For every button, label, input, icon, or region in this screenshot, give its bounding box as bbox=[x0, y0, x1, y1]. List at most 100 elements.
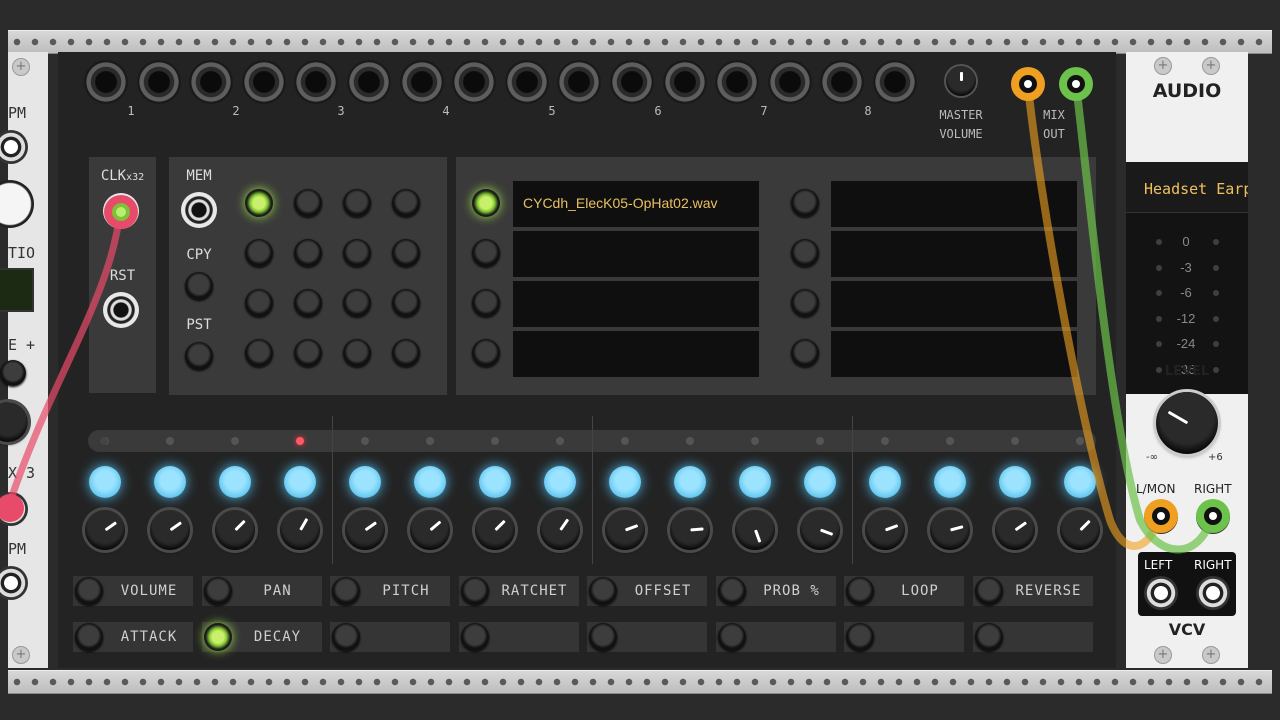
track-output-jack[interactable] bbox=[820, 60, 865, 104]
left-knob-2[interactable] bbox=[0, 402, 28, 442]
parameter-select-button[interactable] bbox=[589, 623, 617, 651]
step-knob[interactable] bbox=[930, 510, 970, 550]
parameter-pan[interactable]: PAN bbox=[201, 576, 322, 606]
track-output-jack[interactable] bbox=[662, 60, 707, 104]
left-button[interactable] bbox=[0, 360, 26, 386]
parameter-select-button[interactable] bbox=[846, 623, 874, 651]
step-knob[interactable] bbox=[800, 510, 840, 550]
parameter-empty[interactable] bbox=[330, 622, 450, 652]
parameter-empty[interactable] bbox=[458, 622, 579, 652]
parameter-select-button[interactable] bbox=[589, 577, 617, 605]
master-volume-knob[interactable] bbox=[946, 66, 976, 96]
step-knob[interactable] bbox=[410, 510, 450, 550]
step-knob[interactable] bbox=[475, 510, 515, 550]
memory-slot-button[interactable] bbox=[343, 289, 371, 317]
parameter-attack[interactable]: ATTACK bbox=[73, 622, 193, 652]
step-button[interactable] bbox=[1064, 466, 1096, 498]
step-button[interactable] bbox=[89, 466, 121, 498]
sample-slot[interactable] bbox=[831, 281, 1077, 327]
parameter-select-button[interactable] bbox=[203, 577, 232, 605]
step-knob[interactable] bbox=[605, 510, 645, 550]
parameter-empty[interactable] bbox=[715, 622, 836, 652]
left-knob-1[interactable] bbox=[0, 180, 34, 228]
step-knob[interactable] bbox=[735, 510, 775, 550]
track-output-jack[interactable] bbox=[347, 60, 391, 104]
memory-slot-button[interactable] bbox=[343, 239, 371, 267]
sample-slot-select-button[interactable] bbox=[472, 339, 500, 367]
audio-input-right-jack[interactable] bbox=[1196, 500, 1230, 534]
parameter-select-button[interactable] bbox=[332, 623, 360, 651]
mem-input-jack[interactable] bbox=[181, 192, 217, 228]
audio-device-select[interactable]: Headset Earp bbox=[1126, 162, 1248, 213]
parameter-loop[interactable]: LOOP bbox=[844, 576, 964, 606]
step-button[interactable] bbox=[349, 466, 381, 498]
parameter-empty[interactable] bbox=[844, 622, 964, 652]
step-knob[interactable] bbox=[150, 510, 190, 550]
sample-slot[interactable] bbox=[513, 331, 759, 377]
track-output-jack[interactable] bbox=[241, 60, 286, 104]
step-button[interactable] bbox=[414, 466, 446, 498]
sample-slot-select-button[interactable] bbox=[791, 339, 819, 367]
parameter-select-button[interactable] bbox=[460, 623, 489, 651]
parameter-select-button[interactable] bbox=[332, 577, 360, 605]
step-button[interactable] bbox=[219, 466, 251, 498]
memory-slot-button[interactable] bbox=[294, 289, 322, 317]
left-jack-2[interactable] bbox=[0, 492, 28, 526]
step-button[interactable] bbox=[869, 466, 901, 498]
memory-slot-button[interactable] bbox=[245, 339, 273, 367]
memory-slot-button[interactable] bbox=[294, 339, 322, 367]
sample-slot-select-button[interactable] bbox=[472, 289, 500, 317]
step-button[interactable] bbox=[284, 466, 316, 498]
parameter-decay[interactable]: DECAY bbox=[201, 622, 322, 652]
parameter-select-button[interactable] bbox=[717, 577, 746, 605]
memory-slot-button[interactable] bbox=[294, 189, 322, 217]
step-button[interactable] bbox=[674, 466, 706, 498]
clk-input-jack[interactable] bbox=[103, 193, 139, 229]
audio-output-right-jack[interactable] bbox=[1196, 576, 1230, 610]
track-output-jack[interactable] bbox=[294, 60, 339, 104]
step-knob[interactable] bbox=[865, 510, 905, 550]
sample-slot-select-button[interactable] bbox=[472, 189, 500, 217]
memory-slot-button[interactable] bbox=[392, 289, 420, 317]
parameter-empty[interactable] bbox=[587, 622, 707, 652]
track-output-jack[interactable] bbox=[873, 60, 917, 104]
sample-slot-select-button[interactable] bbox=[791, 189, 819, 217]
track-output-jack[interactable] bbox=[136, 60, 181, 104]
memory-slot-button[interactable] bbox=[343, 339, 371, 367]
track-output-jack[interactable] bbox=[557, 60, 602, 104]
memory-slot-button[interactable] bbox=[392, 239, 420, 267]
left-jack-3[interactable] bbox=[0, 566, 28, 600]
parameter-select-button[interactable] bbox=[75, 577, 103, 605]
track-output-jack[interactable] bbox=[504, 60, 549, 104]
sample-slot[interactable] bbox=[513, 281, 759, 327]
left-jack-1[interactable] bbox=[0, 130, 28, 164]
parameter-select-button[interactable] bbox=[846, 577, 874, 605]
memory-slot-button[interactable] bbox=[245, 289, 273, 317]
step-knob[interactable] bbox=[995, 510, 1035, 550]
copy-button[interactable] bbox=[185, 272, 213, 300]
step-knob[interactable] bbox=[215, 510, 255, 550]
parameter-select-button[interactable] bbox=[974, 577, 1003, 605]
track-output-jack[interactable] bbox=[610, 60, 654, 104]
memory-slot-button[interactable] bbox=[294, 239, 322, 267]
sample-slot[interactable] bbox=[831, 331, 1077, 377]
parameter-prob[interactable]: PROB % bbox=[715, 576, 836, 606]
step-button[interactable] bbox=[479, 466, 511, 498]
level-knob[interactable] bbox=[1156, 392, 1218, 454]
sample-slot[interactable]: CYCdh_ElecK05-OpHat02.wav bbox=[513, 181, 759, 227]
memory-slot-button[interactable] bbox=[343, 189, 371, 217]
memory-slot-button[interactable] bbox=[245, 239, 273, 267]
track-output-jack[interactable] bbox=[189, 60, 234, 104]
step-knob[interactable] bbox=[345, 510, 385, 550]
parameter-select-button[interactable] bbox=[460, 577, 489, 605]
parameter-offset[interactable]: OFFSET bbox=[587, 576, 707, 606]
parameter-reverse[interactable]: REVERSE bbox=[972, 576, 1093, 606]
rst-input-jack[interactable] bbox=[103, 292, 139, 328]
parameter-select-button[interactable] bbox=[75, 623, 103, 651]
track-output-jack[interactable] bbox=[399, 60, 444, 104]
track-output-jack[interactable] bbox=[715, 60, 760, 104]
parameter-select-button[interactable] bbox=[203, 623, 232, 651]
step-knob[interactable] bbox=[85, 510, 125, 550]
step-knob[interactable] bbox=[670, 510, 710, 550]
audio-input-left-jack[interactable] bbox=[1144, 500, 1178, 534]
